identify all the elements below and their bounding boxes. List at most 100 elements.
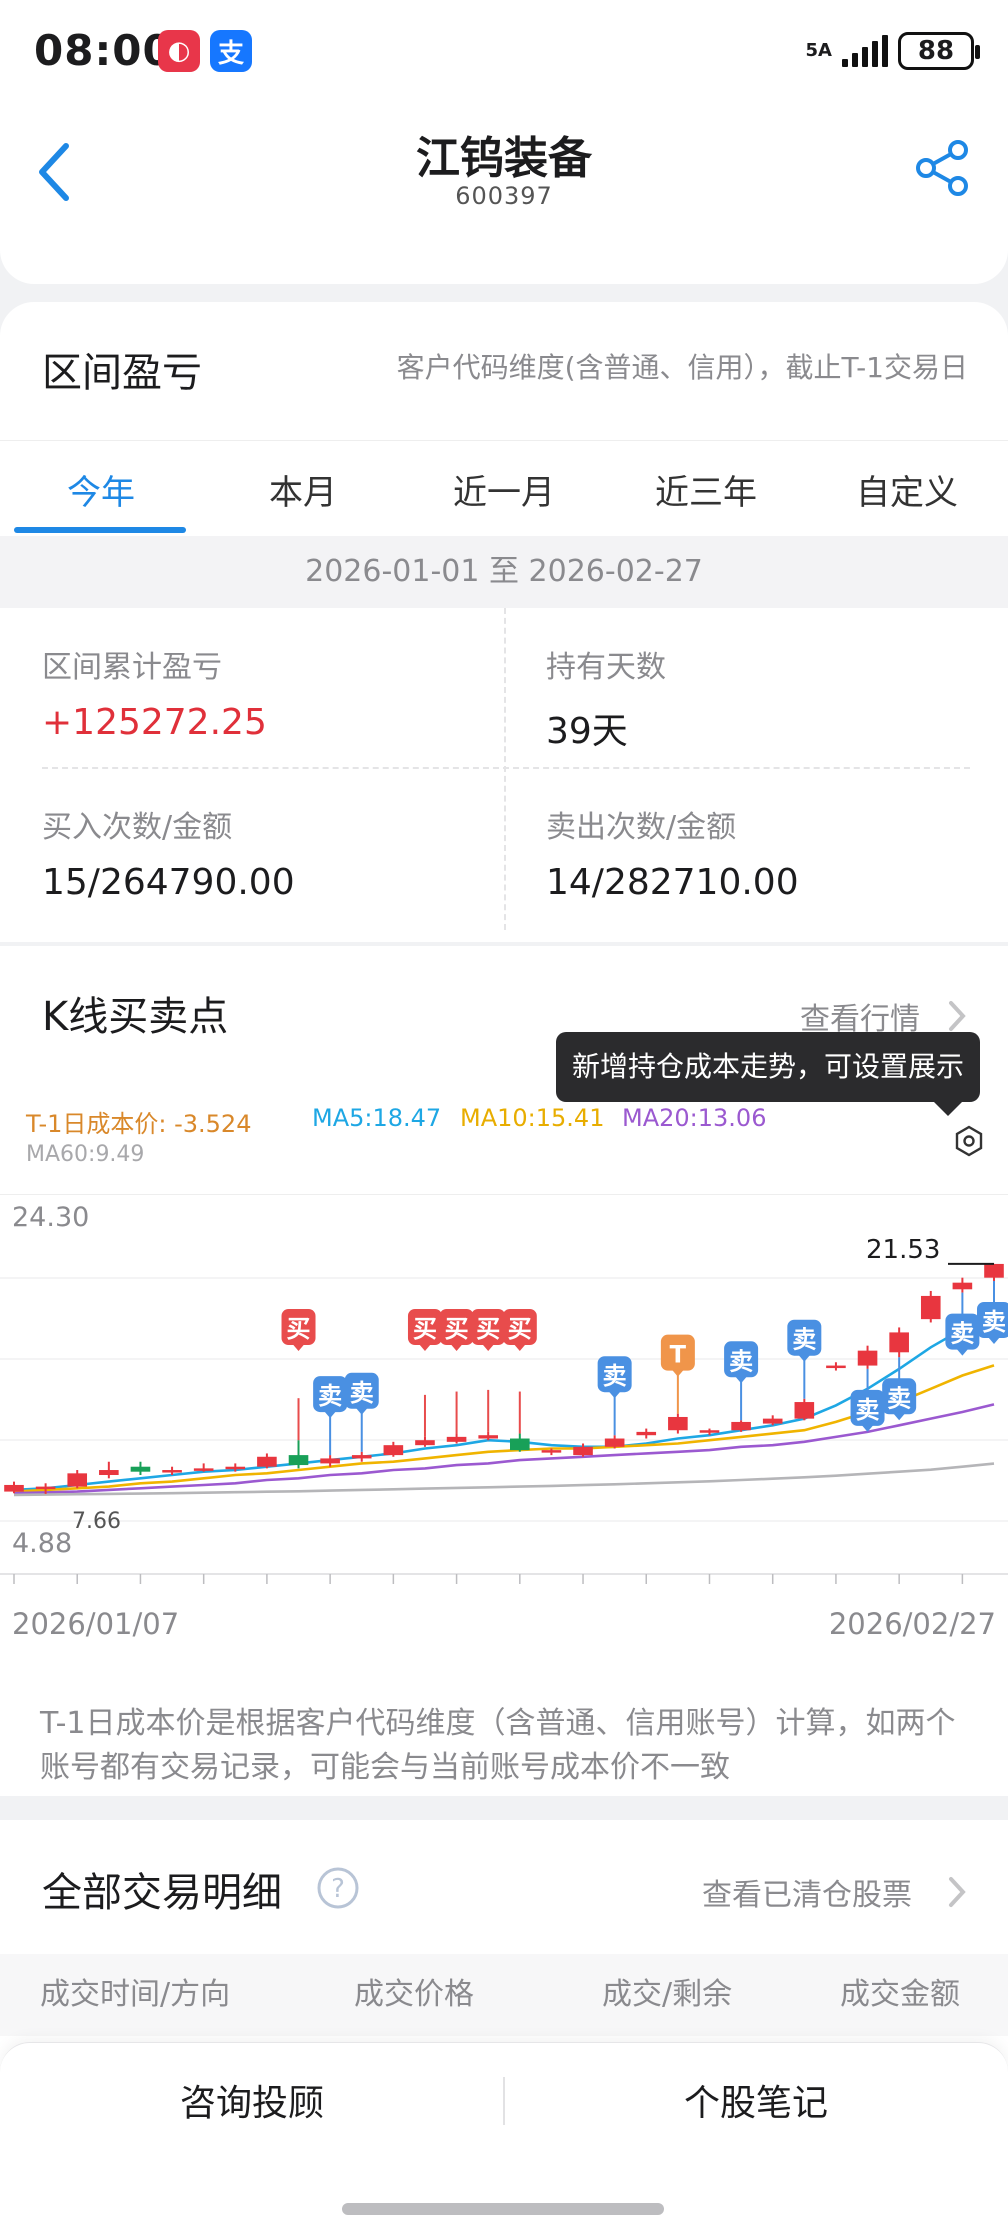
candle-body bbox=[668, 1416, 688, 1431]
stock-code: 600397 bbox=[455, 182, 553, 210]
candle-body bbox=[478, 1435, 498, 1439]
section-title-kline: K线买卖点 bbox=[42, 994, 229, 1040]
candle-body bbox=[762, 1418, 783, 1424]
bottom-action-bar: 咨询投顾 个股笔记 bbox=[0, 2042, 1008, 2232]
stock-name: 江钨装备 bbox=[416, 133, 592, 184]
trade-marker-pointer bbox=[355, 1407, 368, 1415]
candle-body bbox=[446, 1436, 467, 1442]
candle-body bbox=[193, 1468, 214, 1471]
candle-body bbox=[162, 1470, 182, 1473]
candle-body bbox=[257, 1456, 277, 1467]
trade-marker-pointer bbox=[988, 1337, 1000, 1345]
candle-body bbox=[857, 1350, 878, 1366]
y-axis-high-label: 24.30 bbox=[12, 1202, 89, 1233]
column-header-time: 成交时间/方向 bbox=[40, 1977, 231, 2012]
settings-icon[interactable] bbox=[952, 1124, 986, 1158]
column-header-price: 成交价格 bbox=[354, 1977, 474, 2012]
trade-marker-label: 买 bbox=[508, 1315, 532, 1343]
cost-price-label: T-1日成本价: -3.524 bbox=[26, 1110, 252, 1138]
network-type: 5A bbox=[805, 40, 832, 61]
candle-body bbox=[320, 1458, 340, 1464]
battery-icon: 88 bbox=[898, 32, 980, 70]
candle-body bbox=[225, 1466, 246, 1470]
sell-count-value: 14/282710.00 bbox=[546, 862, 799, 903]
consult-advisor-button[interactable]: 咨询投顾 bbox=[0, 2065, 504, 2135]
buy-count-label: 买入次数/金额 bbox=[42, 810, 233, 845]
candle-body bbox=[415, 1440, 435, 1446]
candle-body bbox=[510, 1438, 530, 1451]
trade-marker-pointer bbox=[324, 1411, 337, 1419]
tab-custom[interactable]: 自定义 bbox=[806, 441, 1008, 537]
column-header-amount: 成交金额 bbox=[840, 1977, 960, 2012]
chevron-right-icon[interactable] bbox=[948, 1876, 966, 1908]
trade-markers: 买卖 卖买买买买卖T 卖卖卖 卖卖卖 bbox=[281, 1281, 1008, 1456]
candle-body bbox=[4, 1484, 24, 1492]
stock-header: 江钨装备 600397 bbox=[0, 100, 1008, 284]
tab-last-month[interactable]: 近一月 bbox=[403, 441, 605, 537]
tab-this-month[interactable]: 本月 bbox=[202, 441, 404, 537]
candle-body bbox=[573, 1446, 593, 1456]
candle-body bbox=[351, 1455, 372, 1459]
tab-last-three-years[interactable]: 近三年 bbox=[605, 441, 807, 537]
trade-marker-label: 卖 bbox=[792, 1326, 816, 1354]
candle-body bbox=[604, 1438, 625, 1447]
chevron-right-icon[interactable] bbox=[948, 1000, 966, 1032]
trade-marker-label: 卖 bbox=[350, 1379, 374, 1407]
status-indicators: 5A 88 bbox=[805, 32, 980, 70]
trade-marker-label: 买 bbox=[476, 1315, 500, 1343]
trade-marker-label: 买 bbox=[413, 1315, 437, 1343]
status-bar: 08:00 ◐ 支 5A 88 bbox=[0, 0, 1008, 100]
tab-active-indicator bbox=[14, 527, 186, 533]
home-indicator bbox=[342, 2203, 664, 2215]
max-price-label: 21.53 bbox=[866, 1235, 940, 1265]
candle-body bbox=[541, 1450, 562, 1453]
question-icon[interactable]: ? bbox=[316, 1866, 360, 1910]
trade-table-header: 成交时间/方向 成交价格 成交/剩余 成交金额 bbox=[0, 1954, 1008, 2036]
candle-body bbox=[920, 1295, 941, 1320]
trade-marker-pointer bbox=[418, 1344, 431, 1351]
tab-label: 今年 bbox=[67, 472, 135, 513]
ma5-label: MA5:18.47 bbox=[312, 1104, 442, 1132]
stats-column-divider bbox=[504, 608, 506, 930]
candle-body bbox=[984, 1263, 1004, 1278]
trade-marker-pointer bbox=[608, 1391, 621, 1399]
trade-marker-pointer bbox=[893, 1413, 906, 1421]
holding-days-label: 持有天数 bbox=[546, 650, 666, 685]
min-price-label: 7.66 bbox=[72, 1509, 121, 1534]
stock-notes-button[interactable]: 个股笔记 bbox=[504, 2065, 1008, 2135]
sell-count-label: 卖出次数/金额 bbox=[546, 810, 737, 845]
ma10-line bbox=[13, 1364, 995, 1493]
camera-app-icon: ◐ bbox=[158, 30, 200, 72]
svg-text:?: ? bbox=[331, 1874, 345, 1904]
trade-marker-pointer bbox=[292, 1344, 305, 1351]
tab-label: 近一月 bbox=[453, 472, 555, 513]
tab-label: 本月 bbox=[269, 472, 337, 513]
trade-marker-label: 买 bbox=[287, 1315, 311, 1343]
tab-this-year[interactable]: 今年 bbox=[0, 441, 202, 537]
x-axis-start-label: 2026/01/07 bbox=[12, 1607, 179, 1641]
candle-body bbox=[99, 1470, 119, 1476]
candle-body bbox=[67, 1473, 88, 1487]
candle-body bbox=[952, 1282, 973, 1290]
ma20-label: MA20:13.06 bbox=[622, 1104, 767, 1132]
status-time: 08:00 bbox=[34, 26, 173, 75]
trade-marker-label: 卖 bbox=[950, 1320, 974, 1348]
candle-body bbox=[794, 1402, 815, 1419]
trade-marker-pointer bbox=[735, 1376, 748, 1384]
date-range: 2026-01-01 至 2026-02-27 bbox=[0, 536, 1008, 608]
battery-level: 88 bbox=[917, 36, 955, 66]
kline-chart[interactable]: 买卖 卖买买买买卖T 卖卖卖 卖卖卖 24.30 4.88 7.66 21.53 20… bbox=[0, 1198, 1008, 1658]
trade-marker-label: 卖 bbox=[318, 1382, 342, 1410]
view-cleared-stocks-link[interactable]: 查看已清仓股票 bbox=[702, 1870, 912, 1914]
share-icon[interactable] bbox=[912, 138, 972, 198]
candle-body bbox=[889, 1332, 909, 1353]
cum-profit-value: +125272.25 bbox=[42, 702, 267, 743]
tab-label: 近三年 bbox=[655, 472, 757, 513]
trade-marker-label: 卖 bbox=[887, 1384, 911, 1412]
period-tabs: 今年 本月 近一月 近三年 自定义 bbox=[0, 440, 1008, 536]
trade-marker-pointer bbox=[956, 1348, 969, 1356]
candle-body bbox=[826, 1365, 846, 1369]
interval-profit-card: 区间盈亏 客户代码维度(含普通、信用），截止T-1交易日 今年 本月 近一月 近… bbox=[0, 302, 1008, 942]
trade-marker-label: T bbox=[670, 1341, 687, 1369]
ma60-label: MA60:9.49 bbox=[26, 1142, 145, 1167]
